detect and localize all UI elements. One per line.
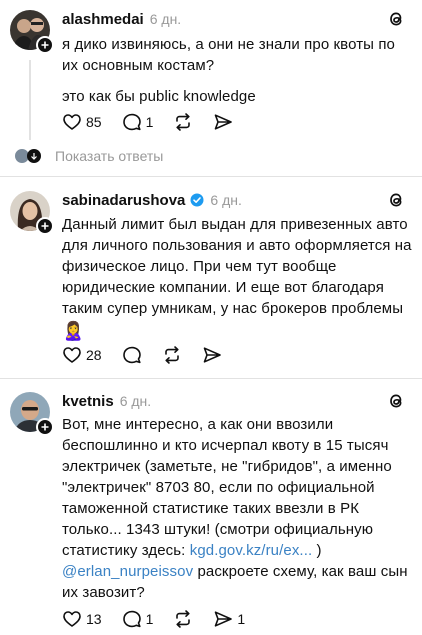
post-text: я дико извиняюсь, а они не знали про кво…: [62, 34, 414, 107]
avatar-wrap[interactable]: [10, 392, 54, 436]
post-paragraph: Вот, мне интересно, а как они ввозили бе…: [62, 414, 414, 603]
repost-icon: [176, 113, 191, 131]
emoji: 🙎‍♀️: [62, 321, 85, 341]
heart-icon: [63, 611, 81, 627]
post-actions: 13 1 1: [62, 607, 265, 631]
post-header: alashmedai 6 дн.: [62, 9, 181, 29]
send-icon: [203, 347, 221, 363]
send-icon: [215, 114, 233, 130]
show-replies-button[interactable]: Показать ответы: [14, 146, 163, 166]
show-replies-label: Показать ответы: [55, 148, 164, 164]
comment-icon: [122, 346, 141, 364]
repost-button[interactable]: [162, 345, 182, 365]
reply-count: 1: [145, 114, 154, 130]
mention-link[interactable]: @erlan_nurpeissov: [62, 563, 193, 580]
share-button[interactable]: 1: [213, 609, 245, 629]
post-time: 6 дн.: [119, 393, 152, 409]
like-button[interactable]: 13: [62, 609, 102, 629]
external-link[interactable]: kgd.gov.kz/ru/ex...: [190, 542, 313, 559]
like-count: 85: [86, 114, 102, 130]
post-text: Вот, мне интересно, а как они ввозили бе…: [62, 414, 414, 603]
username[interactable]: kvetnis: [62, 393, 114, 410]
repost-button[interactable]: [173, 112, 193, 132]
send-icon: [215, 611, 233, 627]
threads-icon[interactable]: [386, 190, 406, 210]
avatar-wrap[interactable]: [10, 10, 54, 54]
share-button[interactable]: [213, 112, 233, 132]
heart-icon: [63, 347, 81, 363]
post-text: Данный лимит был выдан для привезенных а…: [62, 214, 414, 342]
username[interactable]: sabinadarushova: [62, 192, 185, 209]
reply-button[interactable]: [122, 345, 142, 365]
heart-icon: [63, 114, 81, 130]
post-actions: 28: [62, 343, 242, 367]
share-button[interactable]: [202, 345, 222, 365]
like-button[interactable]: 28: [62, 345, 102, 365]
post-header: sabinadarushova 6 дн.: [62, 190, 242, 210]
threads-icon[interactable]: [386, 9, 406, 29]
post-paragraph: Данный лимит был выдан для привезенных а…: [62, 216, 412, 317]
comment-icon: [122, 610, 141, 628]
text-segment: ): [312, 542, 322, 559]
follow-plus-icon[interactable]: [36, 217, 54, 235]
post-time: 6 дн.: [149, 11, 182, 27]
divider: [0, 176, 422, 177]
divider: [0, 378, 422, 379]
threads-icon[interactable]: [386, 391, 406, 411]
avatar-wrap[interactable]: [10, 191, 54, 235]
like-count: 13: [86, 611, 102, 627]
reply-button[interactable]: 1: [122, 112, 154, 132]
post-time: 6 дн.: [210, 192, 242, 208]
arrow-down-icon: [27, 149, 41, 163]
post-paragraph: я дико извиняюсь, а они не знали про кво…: [62, 36, 395, 74]
like-count: 28: [86, 347, 102, 363]
reply-count: 1: [145, 611, 154, 627]
repost-icon: [176, 610, 191, 628]
post-actions: 85 1: [62, 110, 253, 134]
text-segment: Вот, мне интересно, а как они ввозили бе…: [62, 416, 392, 559]
like-button[interactable]: 85: [62, 112, 102, 132]
repost-icon: [164, 346, 179, 364]
verified-badge-icon: [190, 193, 204, 207]
reply-button[interactable]: 1: [122, 609, 154, 629]
follow-plus-icon[interactable]: [36, 36, 54, 54]
comment-icon: [122, 113, 141, 131]
thread-line: [29, 60, 31, 140]
post-header: kvetnis 6 дн.: [62, 391, 151, 411]
repost-button[interactable]: [173, 609, 193, 629]
post-paragraph: это как бы public knowledge: [62, 88, 256, 105]
follow-plus-icon[interactable]: [36, 418, 54, 436]
share-count: 1: [237, 611, 246, 627]
username[interactable]: alashmedai: [62, 11, 144, 28]
